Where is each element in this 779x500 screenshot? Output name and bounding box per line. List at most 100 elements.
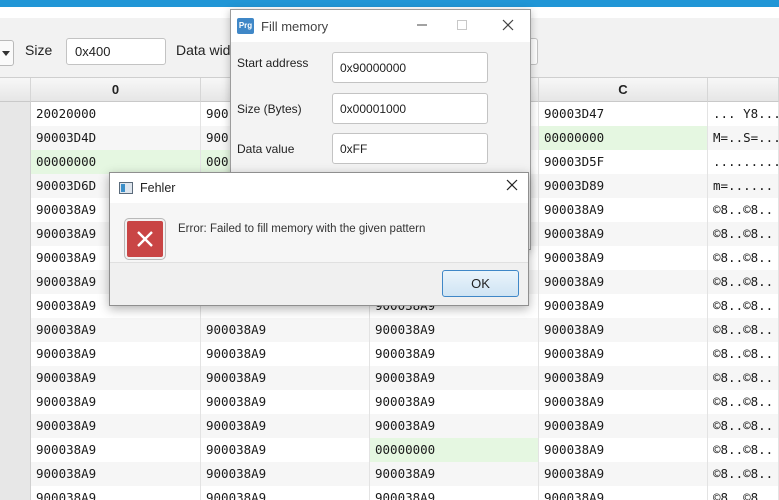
ascii-cell[interactable]: m=...... [708,174,779,198]
data-width-label: Data wid [176,42,231,58]
table-cell[interactable]: 00000000 [31,150,201,174]
table-cell[interactable]: 900038A9 [370,486,539,500]
data-value-label: Data value [237,142,295,156]
ascii-cell[interactable]: ©8..©8.. [708,462,779,486]
table-cell[interactable]: 900038A9 [201,486,370,500]
size-bytes-input[interactable] [332,93,488,124]
row-header [0,126,31,150]
table-row: 900038A9 900038A9 900038A9 900038A9 ©8..©8.. [0,342,779,366]
table-cell[interactable]: 900038A9 [201,318,370,342]
ascii-cell[interactable]: ©8..©8.. [708,366,779,390]
row-header [0,294,31,318]
table-cell[interactable]: 900038A9 [370,342,539,366]
row-header [0,486,31,500]
table-cell[interactable]: 900038A9 [31,438,201,462]
table-cell[interactable]: 900038A9 [31,414,201,438]
row-header [0,366,31,390]
table-cell[interactable]: 900038A9 [539,198,708,222]
row-header [0,174,31,198]
ascii-cell[interactable]: ......... [708,150,779,174]
error-message: Error: Failed to fill memory with the gi… [178,223,426,235]
ascii-cell[interactable]: ©8..©8.. [708,294,779,318]
column-header[interactable]: C [539,78,708,102]
maximize-icon [452,16,472,36]
chevron-down-icon [2,51,10,56]
table-cell[interactable]: 900038A9 [539,294,708,318]
table-cell[interactable]: 900038A9 [539,462,708,486]
table-cell[interactable]: 900038A9 [539,438,708,462]
table-cell[interactable]: 900038A9 [370,390,539,414]
table-cell[interactable]: 900038A9 [370,318,539,342]
row-header [0,318,31,342]
table-row: 900038A9 900038A9 900038A9 900038A9 ©8..©8.. [0,414,779,438]
table-cell[interactable]: 900038A9 [201,438,370,462]
ok-button[interactable]: OK [442,270,519,297]
table-cell[interactable]: 900038A9 [539,270,708,294]
close-icon[interactable] [502,177,522,197]
table-cell[interactable]: 900038A9 [31,390,201,414]
table-cell[interactable]: 900038A9 [539,486,708,500]
table-cell[interactable]: 900038A9 [201,390,370,414]
table-cell[interactable]: 20020000 [31,102,201,126]
format-dropdown[interactable] [0,40,14,66]
error-icon [125,219,165,259]
column-header[interactable] [708,78,779,102]
ascii-cell[interactable]: ©8..©8.. [708,438,779,462]
table-cell[interactable]: 900038A9 [31,342,201,366]
table-cell[interactable]: 900038A9 [539,366,708,390]
table-cell[interactable]: 900038A9 [539,222,708,246]
table-row: 900038A9 900038A9 900038A9 900038A9 ©8..©8.. [0,366,779,390]
ascii-cell[interactable]: ... Y8... [708,102,779,126]
ascii-cell[interactable]: M=..S=... [708,126,779,150]
row-header [0,342,31,366]
app-icon: Prg [237,18,254,34]
table-cell[interactable]: 900038A9 [370,462,539,486]
table-cell[interactable]: 900038A9 [201,414,370,438]
table-cell[interactable]: 900038A9 [539,246,708,270]
table-cell[interactable]: 900038A9 [31,318,201,342]
table-cell[interactable]: 900038A9 [31,486,201,500]
size-input[interactable] [66,38,166,65]
start-address-input[interactable] [332,52,488,83]
ascii-cell[interactable]: ©8..©8.. [708,342,779,366]
table-cell[interactable]: 900038A9 [539,342,708,366]
app-window: Size Data wid 0C2002000090090003D47... Y… [0,0,779,500]
minimize-icon[interactable] [412,16,432,36]
table-cell[interactable]: 900038A9 [370,366,539,390]
table-cell[interactable]: 00000000 [370,438,539,462]
table-cell[interactable]: 900038A9 [201,342,370,366]
row-header [0,246,31,270]
ascii-cell[interactable]: ©8..©8.. [708,486,779,500]
table-cell[interactable]: 90003D4D [31,126,201,150]
ascii-cell[interactable]: ©8..©8.. [708,270,779,294]
table-cell[interactable]: 00000000 [539,126,708,150]
table-cell[interactable]: 90003D89 [539,174,708,198]
ascii-cell[interactable]: ©8..©8.. [708,414,779,438]
table-cell[interactable]: 900038A9 [31,462,201,486]
table-cell[interactable]: 900038A9 [31,366,201,390]
close-icon[interactable] [498,16,518,36]
table-cell[interactable]: 90003D47 [539,102,708,126]
table-cell[interactable]: 900038A9 [370,414,539,438]
dialog-title: Fill memory [261,19,329,34]
table-cell[interactable]: 900038A9 [539,390,708,414]
ascii-cell[interactable]: ©8..©8.. [708,198,779,222]
row-header [0,270,31,294]
table-row: 900038A9 900038A9 00000000 900038A9 ©8..©8.. [0,438,779,462]
table-cell[interactable]: 90003D5F [539,150,708,174]
ascii-cell[interactable]: ©8..©8.. [708,318,779,342]
error-body: Error: Failed to fill memory with the gi… [110,203,528,263]
table-cell[interactable]: 900038A9 [539,414,708,438]
table-cell[interactable]: 900038A9 [539,318,708,342]
error-dialog: Fehler Error: Failed to fill memory with… [109,172,529,306]
ascii-cell[interactable]: ©8..©8.. [708,390,779,414]
start-address-label: Start address [237,56,309,70]
column-header[interactable]: 0 [31,78,201,102]
ascii-cell[interactable]: ©8..©8.. [708,222,779,246]
data-value-input[interactable] [332,133,488,164]
table-row: 900038A9 900038A9 900038A9 900038A9 ©8..©8.. [0,486,779,500]
table-cell[interactable]: 900038A9 [201,462,370,486]
ascii-cell[interactable]: ©8..©8.. [708,246,779,270]
row-header [0,462,31,486]
table-cell[interactable]: 900038A9 [201,366,370,390]
